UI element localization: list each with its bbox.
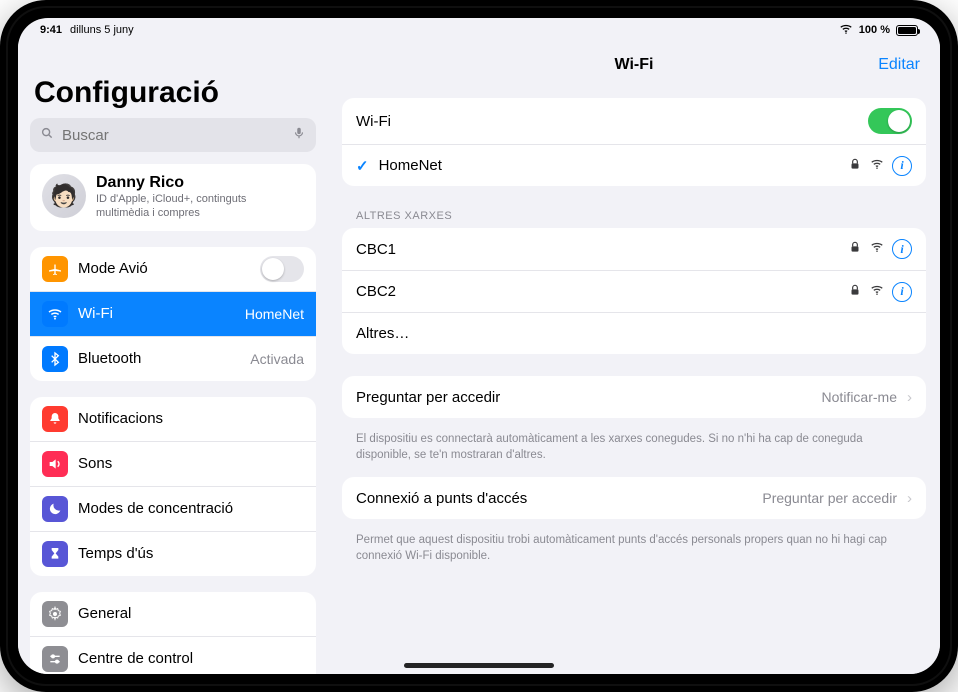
- search-field[interactable]: [30, 118, 316, 152]
- info-button[interactable]: i: [892, 156, 912, 176]
- hotspot-value: Preguntar per accedir: [762, 490, 897, 506]
- hotspot-row[interactable]: Connexió a punts d'accés Preguntar per a…: [342, 477, 926, 519]
- speaker-icon: [42, 451, 68, 477]
- sidebar-item-wifi[interactable]: Wi-Fi HomeNet: [30, 291, 316, 336]
- wifi-icon: [42, 301, 68, 327]
- screen: 9:41 dilluns 5 juny 100 % Configuració: [18, 18, 940, 674]
- ask-label: Preguntar per accedir: [356, 389, 812, 406]
- checkmark-icon: ✓: [356, 157, 369, 175]
- ask-value: Notificar-me: [822, 389, 897, 405]
- other-networks-card: CBC1 i CBC2 i: [342, 228, 926, 354]
- sidebar-item-sounds[interactable]: Sons: [30, 441, 316, 486]
- sidebar-group-system: General Centre de control AA Pantalla i …: [30, 592, 316, 674]
- sounds-label: Sons: [78, 455, 304, 472]
- wifi-toggle-row[interactable]: Wi-Fi: [342, 98, 926, 144]
- notifications-label: Notificacions: [78, 410, 304, 427]
- wifi-label: Wi-Fi: [78, 305, 235, 322]
- bluetooth-value: Activada: [250, 351, 304, 367]
- other-networks-header: ALTRES XARXES: [328, 194, 940, 228]
- sidebar-item-control-center[interactable]: Centre de control: [30, 636, 316, 674]
- signal-icon: [870, 240, 884, 258]
- sidebar-item-general[interactable]: General: [30, 592, 316, 636]
- ipad-frame: 9:41 dilluns 5 juny 100 % Configuració: [0, 0, 958, 692]
- search-input[interactable]: [62, 127, 284, 144]
- sidebar-item-notifications[interactable]: Notificacions: [30, 397, 316, 441]
- network-name: CBC1: [356, 241, 838, 258]
- wifi-status-icon: [839, 22, 853, 39]
- sidebar-item-bluetooth[interactable]: Bluetooth Activada: [30, 336, 316, 381]
- network-name: CBC2: [356, 283, 838, 300]
- wifi-main-card: Wi-Fi ✓ HomeNet i: [342, 98, 926, 186]
- edit-button[interactable]: Editar: [878, 56, 920, 74]
- airplane-icon: [42, 256, 68, 282]
- hotspot-card: Connexió a punts d'accés Preguntar per a…: [342, 477, 926, 519]
- other-network-row[interactable]: Altres…: [342, 312, 926, 354]
- ask-footnote: El dispositiu es connectarà automàticame…: [328, 426, 940, 477]
- gear-icon: [42, 601, 68, 627]
- sidebar-item-screentime[interactable]: Temps d'ús: [30, 531, 316, 576]
- bell-icon: [42, 406, 68, 432]
- info-button[interactable]: i: [892, 239, 912, 259]
- dictation-icon[interactable]: [292, 126, 306, 145]
- battery-icon: [896, 25, 918, 36]
- lock-icon: [848, 240, 862, 258]
- lock-icon: [848, 283, 862, 301]
- hotspot-label: Connexió a punts d'accés: [356, 490, 752, 507]
- other-network-label: Altres…: [356, 325, 912, 342]
- bluetooth-icon: [42, 346, 68, 372]
- ask-to-join-card: Preguntar per accedir Notificar-me ›: [342, 376, 926, 418]
- control-center-label: Centre de control: [78, 650, 304, 667]
- sidebar-item-focus[interactable]: Modes de concentració: [30, 486, 316, 531]
- network-row[interactable]: CBC1 i: [342, 228, 926, 270]
- search-icon: [40, 126, 54, 145]
- wifi-toggle[interactable]: [868, 108, 912, 134]
- airplane-label: Mode Avió: [78, 260, 250, 277]
- status-bar: 9:41 dilluns 5 juny 100 %: [18, 18, 940, 42]
- moon-icon: [42, 496, 68, 522]
- battery-pct: 100 %: [859, 24, 890, 36]
- sidebar-title: Configuració: [28, 50, 318, 116]
- apple-id-card[interactable]: 🧑🏻 Danny Rico ID d'Apple, iCloud+, conti…: [30, 164, 316, 231]
- screentime-label: Temps d'ús: [78, 545, 304, 562]
- status-date: dilluns 5 juny: [70, 24, 134, 36]
- focus-label: Modes de concentració: [78, 500, 304, 517]
- lock-icon: [848, 157, 862, 175]
- sidebar-group-alerts: Notificacions Sons Modes de concentració: [30, 397, 316, 576]
- connected-network-row[interactable]: ✓ HomeNet i: [342, 144, 926, 186]
- settings-sidebar[interactable]: Configuració 🧑🏻 Danny Rico: [18, 42, 328, 674]
- home-indicator[interactable]: [404, 663, 554, 668]
- airplane-toggle[interactable]: [260, 256, 304, 282]
- ask-to-join-row[interactable]: Preguntar per accedir Notificar-me ›: [342, 376, 926, 418]
- apple-id-sub: ID d'Apple, iCloud+, continguts multimèd…: [96, 192, 296, 221]
- avatar: 🧑🏻: [42, 174, 86, 218]
- general-label: General: [78, 605, 304, 622]
- hourglass-icon: [42, 541, 68, 567]
- connected-network-name: HomeNet: [379, 157, 838, 174]
- sidebar-group-connectivity: Mode Avió Wi-Fi HomeNet B: [30, 247, 316, 381]
- sidebar-item-airplane[interactable]: Mode Avió: [30, 247, 316, 291]
- detail-title: Wi-Fi: [615, 56, 654, 74]
- detail-navbar: Wi-Fi Editar: [328, 42, 940, 88]
- signal-icon: [870, 157, 884, 175]
- apple-id-name: Danny Rico: [96, 174, 296, 192]
- hotspot-footnote: Permet que aquest dispositiu trobi autom…: [328, 527, 940, 578]
- network-row[interactable]: CBC2 i: [342, 270, 926, 312]
- signal-icon: [870, 283, 884, 301]
- wifi-detail-pane[interactable]: Wi-Fi Editar Wi-Fi ✓ HomeNet: [328, 42, 940, 674]
- sliders-icon: [42, 646, 68, 672]
- info-button[interactable]: i: [892, 282, 912, 302]
- bluetooth-label: Bluetooth: [78, 350, 240, 367]
- wifi-row-label: Wi-Fi: [356, 113, 858, 130]
- chevron-right-icon: ›: [907, 490, 912, 507]
- chevron-right-icon: ›: [907, 389, 912, 406]
- wifi-value: HomeNet: [245, 306, 304, 322]
- status-time: 9:41: [40, 24, 62, 36]
